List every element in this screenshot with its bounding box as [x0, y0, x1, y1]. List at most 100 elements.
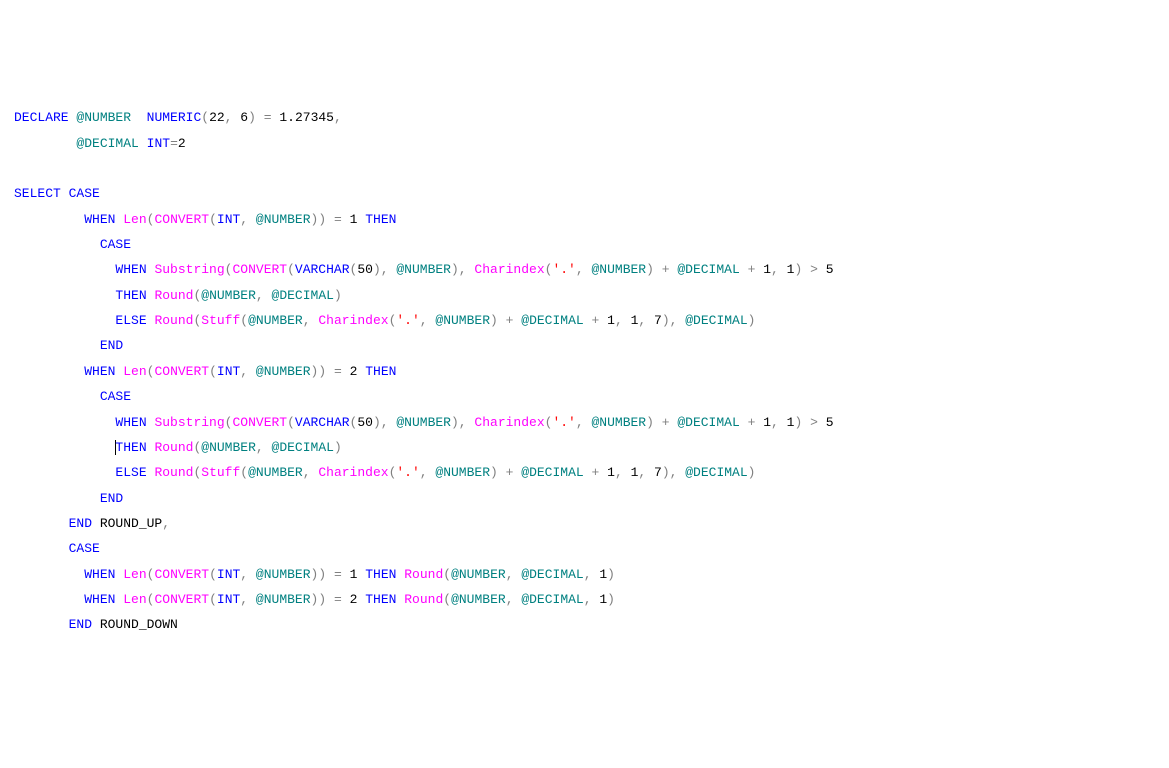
- keyword-then: THEN: [365, 567, 396, 582]
- punct-lparen: (: [443, 567, 451, 582]
- keyword-when: WHEN: [115, 415, 146, 430]
- keyword-end: END: [69, 617, 92, 632]
- punct-comma: ,: [670, 465, 678, 480]
- punct-rparen: ): [646, 415, 654, 430]
- punct-comma: ,: [459, 262, 467, 277]
- punct-comma: ,: [381, 415, 389, 430]
- func-round: Round: [404, 592, 443, 607]
- punct-comma: ,: [381, 262, 389, 277]
- type-varchar: VARCHAR: [295, 262, 350, 277]
- func-convert: CONVERT: [232, 262, 287, 277]
- num-50: 50: [357, 262, 373, 277]
- func-round: Round: [154, 313, 193, 328]
- punct-rparen: ): [662, 465, 670, 480]
- keyword-then: THEN: [365, 592, 396, 607]
- punct-lparen: (: [201, 110, 209, 125]
- op-eq: =: [334, 592, 342, 607]
- code-block: DECLARE @NUMBER NUMERIC(22, 6) = 1.27345…: [14, 105, 1155, 637]
- punct-comma: ,: [420, 465, 428, 480]
- var-number: @NUMBER: [396, 415, 451, 430]
- num-1: 1: [599, 567, 607, 582]
- func-substring: Substring: [154, 415, 224, 430]
- punct-lparen: (: [209, 212, 217, 227]
- punct-comma: ,: [225, 110, 233, 125]
- op-plus: +: [592, 465, 600, 480]
- punct-lparen: (: [240, 465, 248, 480]
- func-convert: CONVERT: [154, 567, 209, 582]
- punct-rparen: ): [794, 415, 802, 430]
- var-decimal: @DECIMAL: [521, 313, 583, 328]
- func-charindex: Charindex: [474, 262, 544, 277]
- punct-rparen: ): [334, 440, 342, 455]
- punct-rparen: ): [311, 567, 319, 582]
- punct-lparen: (: [240, 313, 248, 328]
- num-7: 7: [654, 465, 662, 480]
- punct-rparen: ): [490, 313, 498, 328]
- punct-comma: ,: [771, 262, 779, 277]
- var-decimal: @DECIMAL: [521, 592, 583, 607]
- num-2: 2: [350, 592, 358, 607]
- var-decimal: @DECIMAL: [677, 262, 739, 277]
- punct-lparen: (: [443, 592, 451, 607]
- var-decimal: @DECIMAL: [685, 313, 747, 328]
- var-number: @NUMBER: [256, 567, 311, 582]
- num-1: 1: [763, 415, 771, 430]
- op-plus: +: [662, 415, 670, 430]
- num-5: 5: [826, 415, 834, 430]
- func-convert: CONVERT: [232, 415, 287, 430]
- func-charindex: Charindex: [318, 465, 388, 480]
- var-number: @NUMBER: [248, 313, 303, 328]
- keyword-when: WHEN: [84, 592, 115, 607]
- punct-rparen: ): [794, 262, 802, 277]
- keyword-select: SELECT: [14, 186, 61, 201]
- var-number: @NUMBER: [591, 262, 646, 277]
- func-stuff: Stuff: [201, 313, 240, 328]
- op-eq: =: [334, 364, 342, 379]
- punct-comma: ,: [240, 212, 248, 227]
- keyword-when: WHEN: [84, 567, 115, 582]
- op-eq: =: [334, 567, 342, 582]
- punct-rparen: ): [318, 592, 326, 607]
- func-round: Round: [154, 288, 193, 303]
- num-6: 6: [240, 110, 248, 125]
- var-number: @NUMBER: [435, 313, 490, 328]
- punct-comma: ,: [584, 567, 592, 582]
- punct-comma: ,: [459, 415, 467, 430]
- keyword-case: CASE: [100, 389, 131, 404]
- keyword-end: END: [69, 516, 92, 531]
- punct-lparen: (: [209, 592, 217, 607]
- punct-rparen: ): [646, 262, 654, 277]
- var-decimal: @DECIMAL: [677, 415, 739, 430]
- func-len: Len: [123, 212, 146, 227]
- func-substring: Substring: [154, 262, 224, 277]
- num-1: 1: [350, 212, 358, 227]
- keyword-case: CASE: [100, 237, 131, 252]
- punct-comma: ,: [334, 110, 342, 125]
- var-decimal: @DECIMAL: [76, 136, 138, 151]
- op-gt: >: [810, 262, 818, 277]
- punct-rparen: ): [451, 262, 459, 277]
- punct-rparen: ): [662, 313, 670, 328]
- num-1: 1: [607, 313, 615, 328]
- var-decimal: @DECIMAL: [272, 288, 334, 303]
- func-charindex: Charindex: [474, 415, 544, 430]
- op-eq: =: [334, 212, 342, 227]
- type-int: INT: [217, 592, 240, 607]
- keyword-end: END: [100, 338, 123, 353]
- var-number: @NUMBER: [396, 262, 451, 277]
- keyword-end: END: [100, 491, 123, 506]
- func-len: Len: [123, 592, 146, 607]
- var-number: @NUMBER: [435, 465, 490, 480]
- var-number: @NUMBER: [248, 465, 303, 480]
- punct-lparen: (: [209, 364, 217, 379]
- var-decimal: @DECIMAL: [685, 465, 747, 480]
- var-number: @NUMBER: [201, 440, 256, 455]
- num-50: 50: [357, 415, 373, 430]
- num-2: 2: [350, 364, 358, 379]
- func-round: Round: [404, 567, 443, 582]
- punct-comma: ,: [638, 465, 646, 480]
- punct-lparen: (: [287, 415, 295, 430]
- punct-comma: ,: [584, 592, 592, 607]
- num-val1: 1.27345: [279, 110, 334, 125]
- keyword-then: THEN: [365, 364, 396, 379]
